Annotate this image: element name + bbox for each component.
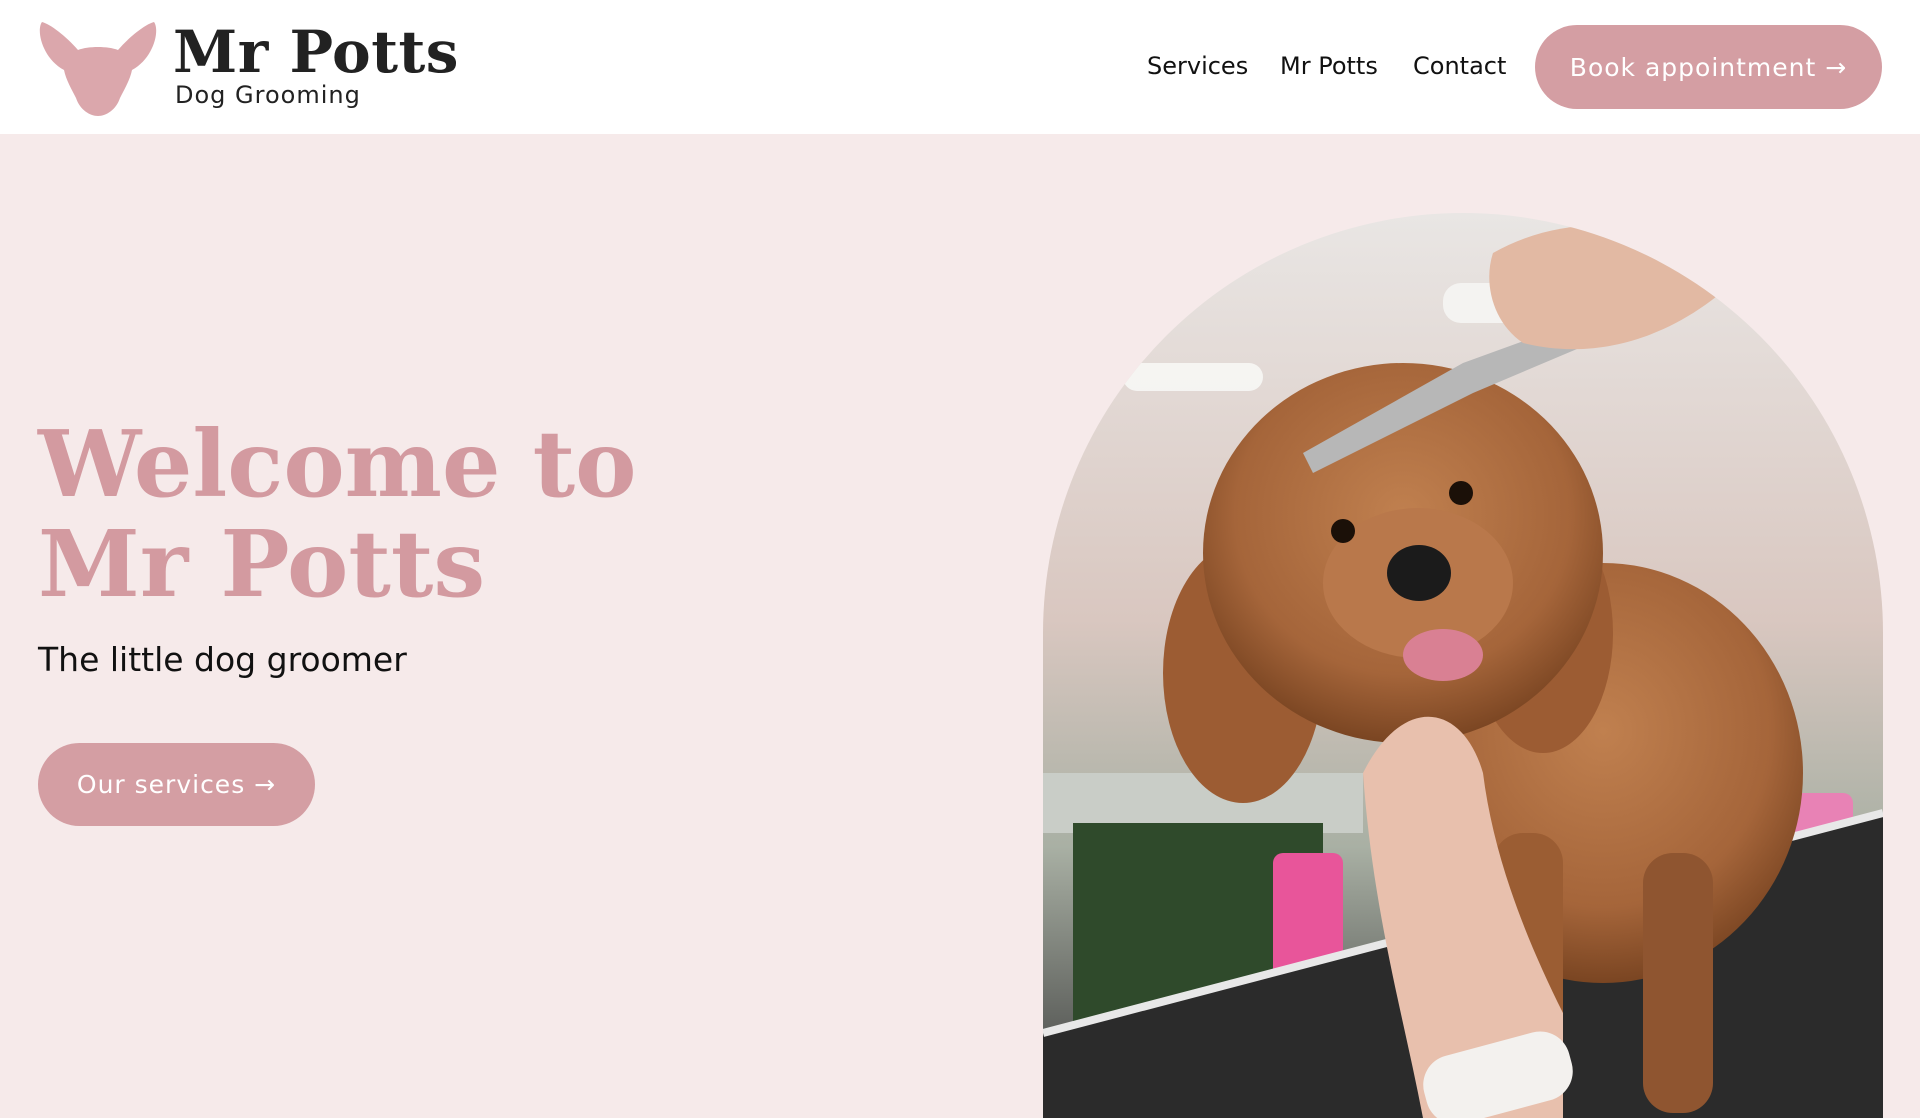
brand-tagline: Dog Grooming bbox=[175, 81, 361, 109]
nav-mr-potts[interactable]: Mr Potts bbox=[1280, 52, 1378, 80]
book-appointment-button[interactable]: Book appointment → bbox=[1535, 25, 1882, 109]
hero-image bbox=[1043, 213, 1883, 1118]
nav-services[interactable]: Services bbox=[1147, 52, 1248, 80]
brand-logo-link[interactable]: Mr Potts Dog Grooming bbox=[36, 18, 458, 118]
groomed-dog-photo bbox=[1043, 213, 1883, 1118]
hero-subtitle: The little dog groomer bbox=[38, 640, 407, 679]
site-header: Mr Potts Dog Grooming Services Mr Potts … bbox=[0, 0, 1920, 134]
brand-name: Mr Potts bbox=[173, 18, 459, 86]
nav-contact[interactable]: Contact bbox=[1413, 52, 1506, 80]
dog-head-icon bbox=[39, 22, 157, 116]
hero-title: Welcome to Mr Potts bbox=[38, 410, 637, 618]
our-services-button[interactable]: Our services → bbox=[38, 743, 315, 826]
